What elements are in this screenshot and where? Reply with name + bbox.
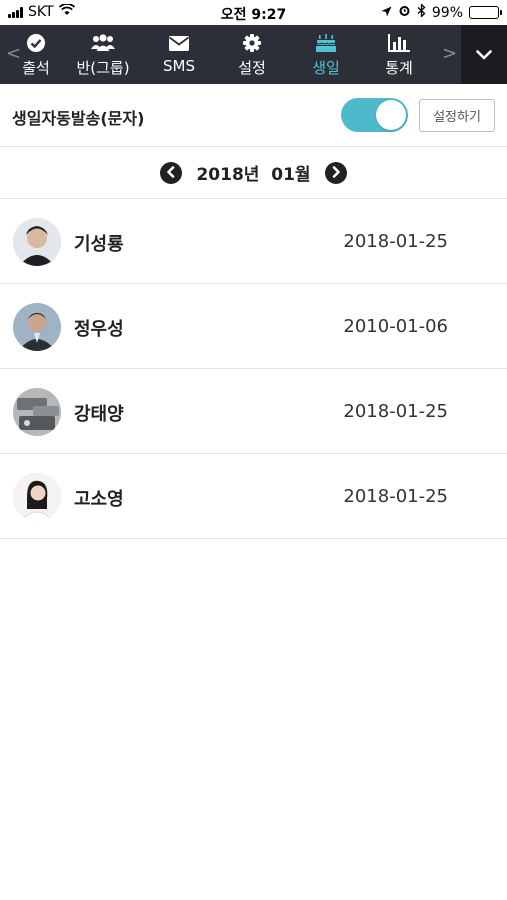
check-circle-icon xyxy=(16,32,56,54)
tab-label: 생일 xyxy=(312,59,340,77)
list-item[interactable]: 고소영 2018-01-25 xyxy=(0,454,507,539)
avatar xyxy=(13,218,61,266)
chevron-right-icon xyxy=(331,163,341,182)
tab-statistics[interactable]: 통계 xyxy=(374,32,424,78)
envelope-icon xyxy=(154,32,204,54)
nav-expand-button[interactable] xyxy=(461,25,507,84)
tab-label: 설정 xyxy=(238,59,266,77)
toggle-knob xyxy=(376,100,406,130)
birthday-date: 2010-01-06 xyxy=(343,316,448,337)
nav-scroll-right-icon[interactable]: > xyxy=(442,43,457,64)
tab-label: 통계 xyxy=(385,59,413,77)
person-name: 고소영 xyxy=(74,489,124,510)
chevron-left-icon xyxy=(166,163,176,182)
status-right: 99% xyxy=(381,2,502,21)
current-month: 2018년 01월 xyxy=(196,165,311,185)
bluetooth-icon xyxy=(417,2,426,21)
tab-label: 출석 xyxy=(22,59,50,77)
tab-group[interactable]: 반(그룹) xyxy=(73,32,133,78)
birthday-date: 2018-01-25 xyxy=(343,401,448,422)
avatar xyxy=(13,473,61,521)
tab-label: SMS xyxy=(163,57,195,75)
tab-settings[interactable]: 설정 xyxy=(227,32,277,78)
person-name: 정우성 xyxy=(74,319,124,340)
battery-percent: 99% xyxy=(431,4,463,21)
avatar xyxy=(13,388,61,436)
month-navigator: 2018년 01월 xyxy=(0,147,507,199)
person-name: 강태양 xyxy=(74,404,124,425)
top-nav-bar: < 출석 반(그룹) SMS 설정 생일 통계 > xyxy=(0,25,507,84)
tab-attendance[interactable]: 출석 xyxy=(16,32,56,78)
auto-send-label: 생일자동발송(문자) xyxy=(12,109,145,128)
list-item[interactable]: 정우성 2010-01-06 xyxy=(0,284,507,369)
battery-icon xyxy=(469,6,502,19)
cake-icon xyxy=(301,32,351,54)
next-month-button[interactable] xyxy=(324,161,347,184)
bar-chart-icon xyxy=(374,32,424,54)
list-item[interactable]: 기성룡 2018-01-25 xyxy=(0,199,507,284)
tab-birthday[interactable]: 생일 xyxy=(301,32,351,78)
group-icon xyxy=(73,32,133,54)
chevron-down-icon xyxy=(476,45,492,64)
gear-icon xyxy=(227,32,277,54)
tab-label: 반(그룹) xyxy=(76,59,130,77)
prev-month-button[interactable] xyxy=(160,161,183,184)
birthday-date: 2018-01-25 xyxy=(343,231,448,252)
list-item[interactable]: 강태양 2018-01-25 xyxy=(0,369,507,454)
auto-send-row: 생일자동발송(문자) 설정하기 xyxy=(0,84,507,147)
birthday-date: 2018-01-25 xyxy=(343,486,448,507)
alarm-icon xyxy=(398,4,411,21)
location-icon xyxy=(381,5,392,21)
settings-button[interactable]: 설정하기 xyxy=(419,99,495,132)
auto-send-toggle[interactable] xyxy=(341,98,408,132)
tab-sms[interactable]: SMS xyxy=(154,32,204,75)
person-name: 기성룡 xyxy=(74,234,124,255)
status-bar: SKT 오전 9:27 99% xyxy=(0,0,507,25)
avatar xyxy=(13,303,61,351)
birthday-list: 기성룡 2018-01-25 정우성 2010-01-06 강태양 2018-0… xyxy=(0,199,507,539)
